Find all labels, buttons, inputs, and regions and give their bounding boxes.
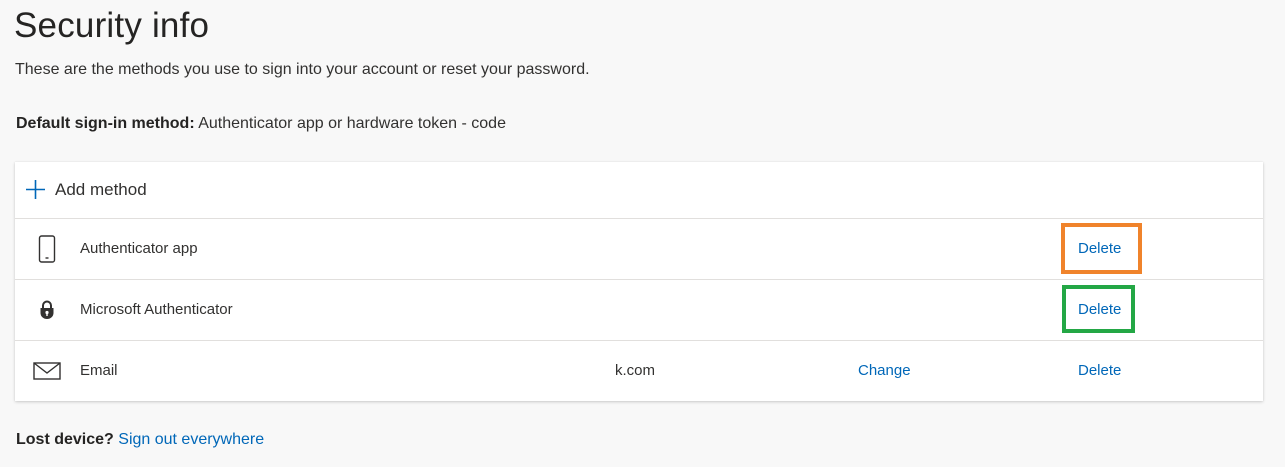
envelope-icon: [33, 355, 61, 387]
lost-device: Lost device? Sign out everywhere: [16, 431, 264, 449]
methods-card: Add method Authenticator app Delete Micr…: [15, 162, 1263, 401]
method-name: Email: [80, 362, 118, 379]
add-method-button[interactable]: Add method: [15, 162, 1263, 219]
add-method-label: Add method: [55, 180, 147, 199]
delete-microsoft-authenticator-link[interactable]: Delete: [1078, 301, 1121, 318]
method-name: Authenticator app: [80, 240, 198, 257]
lock-icon: [33, 294, 61, 326]
delete-authenticator-app-link[interactable]: Delete: [1078, 240, 1121, 257]
lost-device-label: Lost device?: [16, 431, 114, 448]
method-row-authenticator-app: Authenticator app Delete: [15, 219, 1263, 280]
method-row-email: Email k.com Change Delete: [15, 341, 1263, 401]
delete-email-link[interactable]: Delete: [1078, 362, 1121, 379]
page-subtitle: These are the methods you use to sign in…: [15, 61, 590, 78]
sign-out-everywhere-link[interactable]: Sign out everywhere: [118, 431, 264, 448]
phone-icon: [33, 233, 61, 265]
plus-icon: [26, 180, 45, 199]
method-row-microsoft-authenticator: Microsoft Authenticator Delete: [15, 280, 1263, 341]
default-method-value: Authenticator app or hardware token - co…: [198, 115, 506, 132]
default-method-label: Default sign-in method:: [16, 115, 195, 132]
method-name: Microsoft Authenticator: [80, 301, 233, 318]
page-title: Security info: [14, 6, 210, 45]
default-sign-in-method: Default sign-in method: Authenticator ap…: [16, 115, 506, 133]
change-email-link[interactable]: Change: [858, 362, 911, 379]
email-address: k.com: [615, 362, 656, 379]
